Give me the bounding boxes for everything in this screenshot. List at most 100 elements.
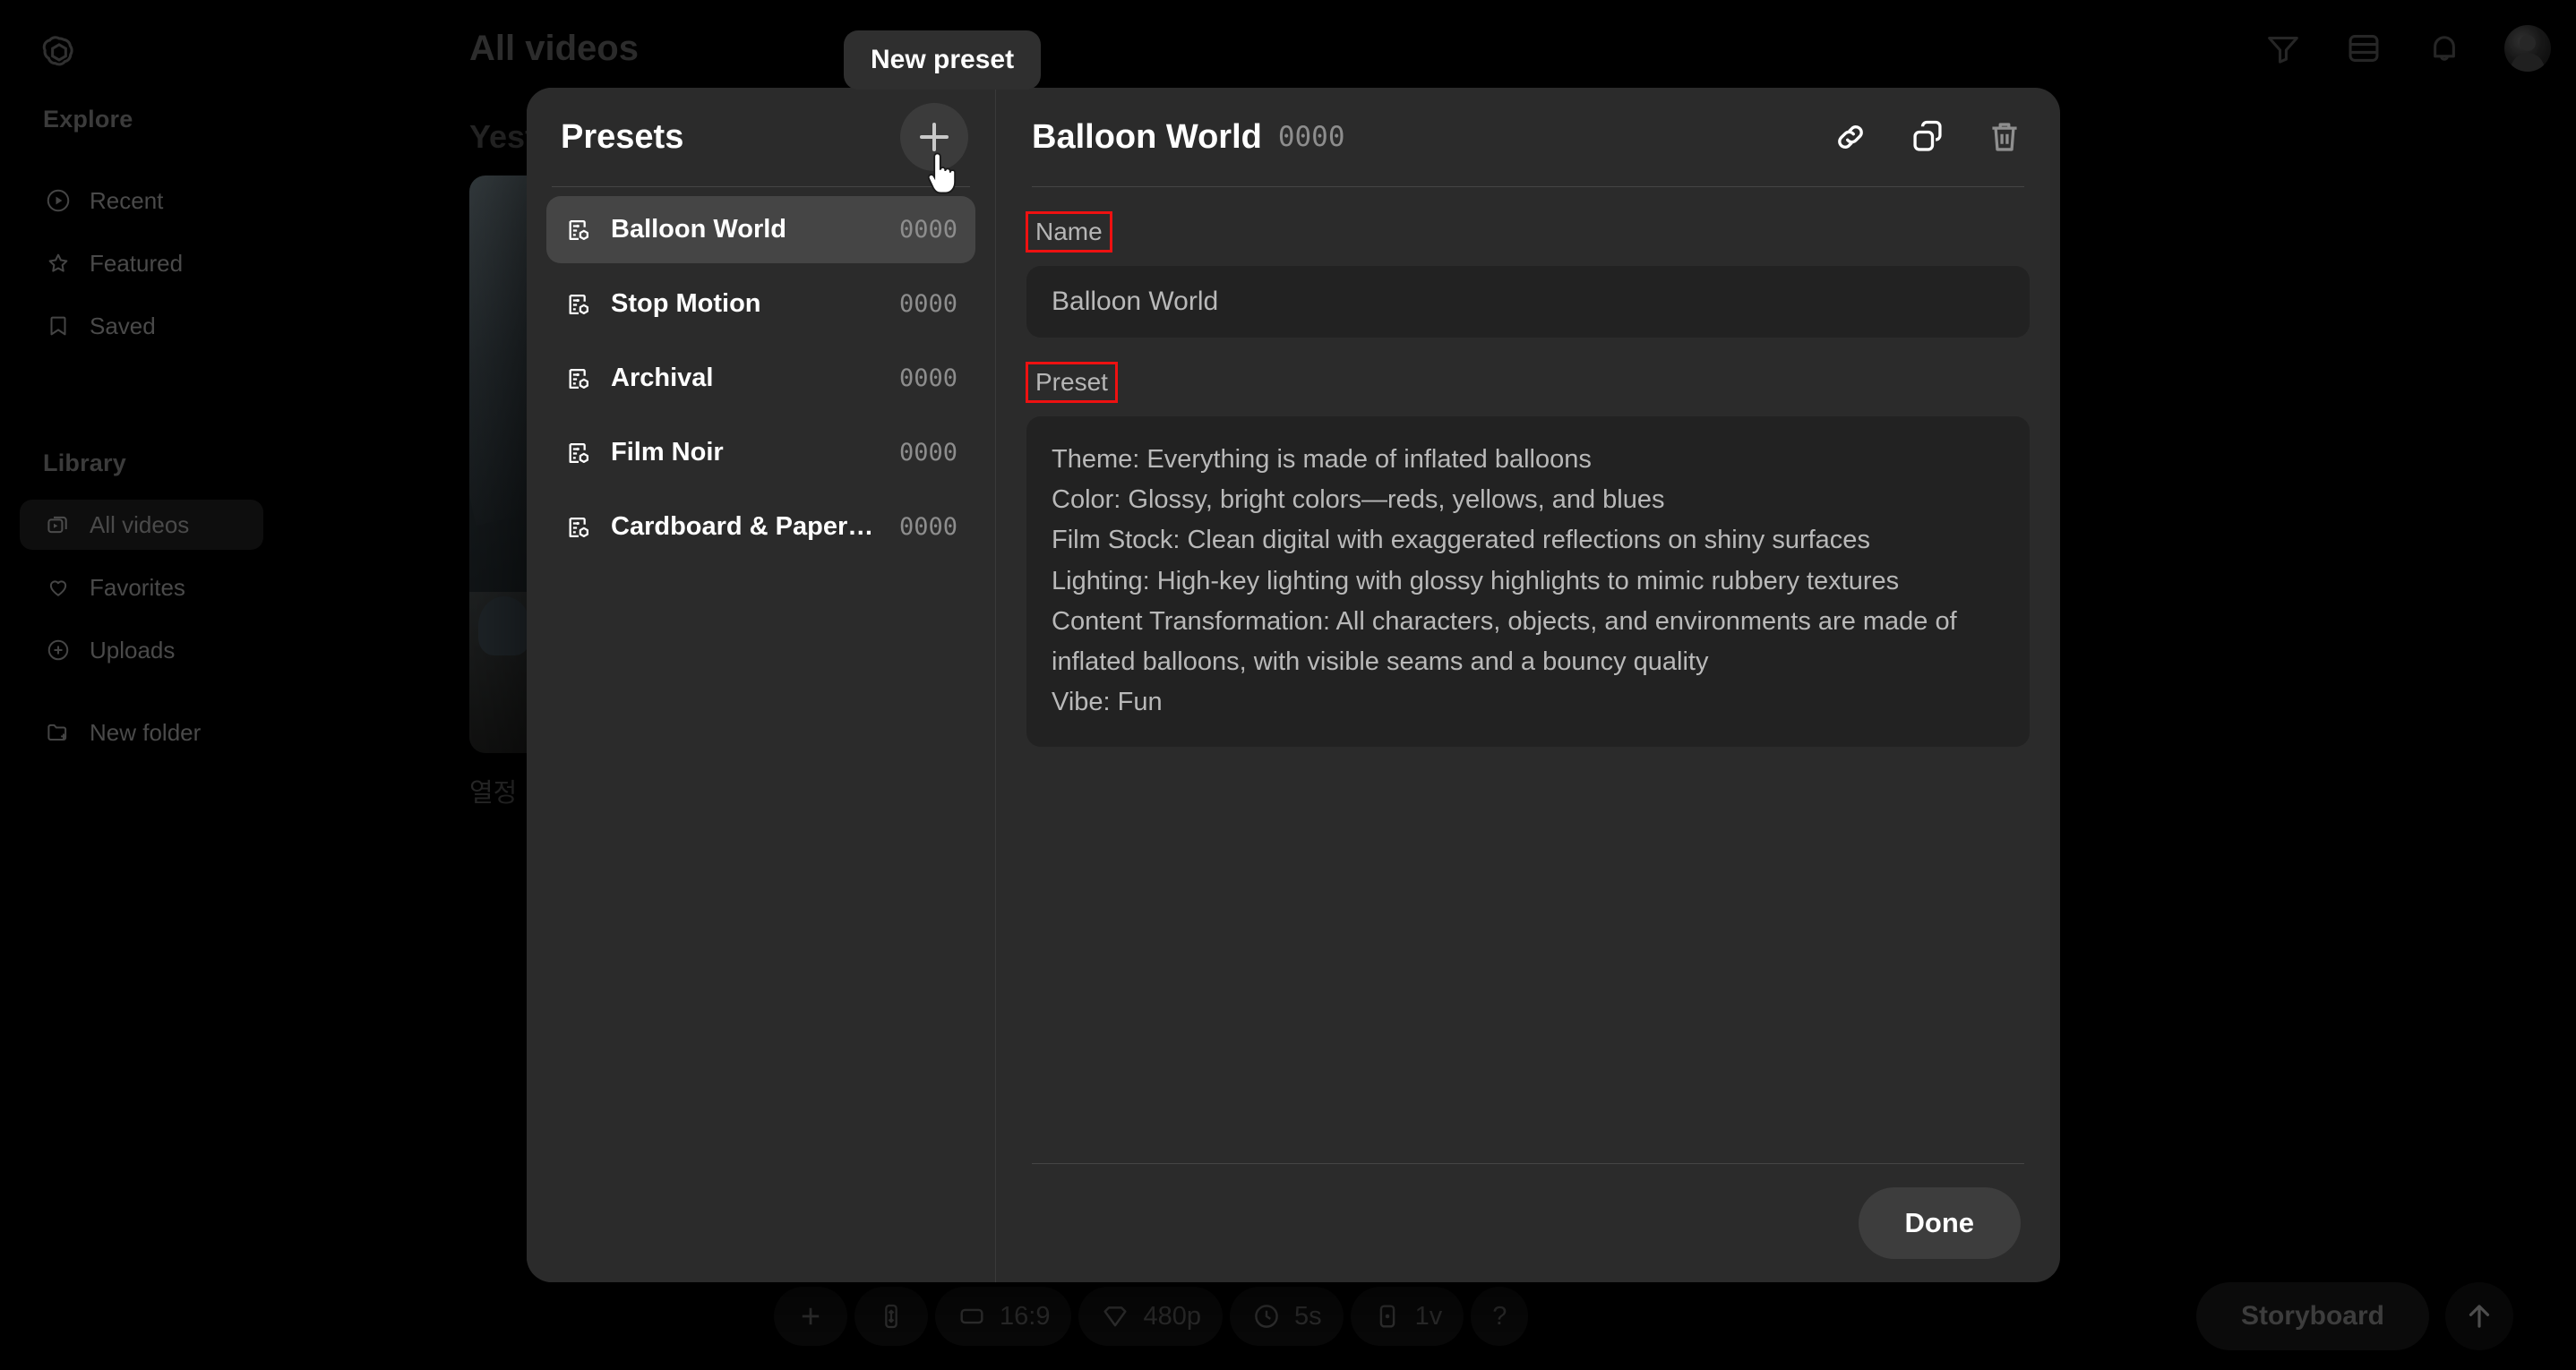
bottom-toolbar-right: Storyboard <box>2195 1282 2576 1350</box>
preset-name: Cardboard & Paperc... <box>611 512 881 541</box>
videos-stack-icon <box>45 511 72 538</box>
variations-label: 1v <box>1414 1301 1443 1331</box>
layout-list-icon[interactable] <box>2343 28 2384 69</box>
footer-actions: Done <box>1026 1164 2030 1282</box>
done-button-label: Done <box>1904 1207 1975 1238</box>
preset-list-item[interactable]: Film Noir 0000 <box>546 419 975 486</box>
arrow-up-icon <box>2469 1305 2490 1328</box>
mouse-cursor-pointer <box>923 150 962 201</box>
bookmark-icon <box>45 313 72 339</box>
avatar-head <box>2520 35 2536 51</box>
send-button[interactable] <box>2445 1282 2513 1350</box>
name-field-label: Name <box>1026 211 1112 253</box>
sidebar-item-label: Uploads <box>90 636 176 664</box>
preset-config-icon <box>564 439 593 467</box>
new-preset-tooltip: New preset <box>844 30 1042 90</box>
help-icon: ? <box>1492 1301 1507 1331</box>
preset-config-icon <box>564 290 593 319</box>
aspect-ratio-icon <box>957 1301 987 1331</box>
sidebar-item-label: Favorites <box>90 573 185 601</box>
bottom-toolbar-chips: 16:9 480p 5s 1v ? <box>469 1287 1529 1346</box>
aspect-ratio-chip[interactable]: 16:9 <box>935 1287 1072 1346</box>
preset-detail-title: Balloon World <box>1032 117 1262 156</box>
sidebar-item-featured[interactable]: Featured <box>20 238 253 288</box>
sidebar-section-library: Library <box>43 450 126 476</box>
avatar[interactable] <box>2504 25 2551 72</box>
name-input-value: Balloon World <box>1052 287 1219 316</box>
thumbnail-vase <box>478 596 530 655</box>
modal-footer: Done <box>1026 1163 2030 1282</box>
sidebar-item-label: Saved <box>90 312 156 339</box>
presets-panel-header: Presets <box>546 88 975 186</box>
plus-icon <box>795 1301 826 1331</box>
sidebar-item-all-videos[interactable]: All videos <box>20 500 263 550</box>
sidebar-item-label: Featured <box>90 249 184 277</box>
preset-list-item[interactable]: Cardboard & Paperc... 0000 <box>546 493 975 561</box>
preset-list-item[interactable]: Balloon World 0000 <box>546 196 975 263</box>
preset-count: 0000 <box>898 364 957 392</box>
preset-count: 0000 <box>898 513 957 541</box>
plus-circle-icon <box>45 637 72 664</box>
sidebar-section-explore: Explore <box>43 106 133 133</box>
duplicate-icon[interactable] <box>1908 117 1947 157</box>
name-input[interactable]: Balloon World <box>1026 266 2030 338</box>
done-button[interactable]: Done <box>1858 1187 2021 1259</box>
preset-config-icon <box>564 364 593 393</box>
bell-icon[interactable] <box>2424 28 2465 69</box>
preset-detail-count: 0000 <box>1277 121 1345 153</box>
remix-chip[interactable] <box>854 1287 928 1346</box>
duration-chip[interactable]: 5s <box>1229 1287 1344 1346</box>
remix-icon <box>876 1301 906 1331</box>
sidebar-item-saved[interactable]: Saved <box>20 301 253 351</box>
variations-icon <box>1372 1301 1403 1331</box>
link-icon[interactable] <box>1831 117 1870 157</box>
preset-detail-header: Balloon World 0000 <box>1026 88 2030 186</box>
topbar-actions <box>2263 14 2551 82</box>
divider <box>552 186 970 187</box>
sidebar-item-label: New folder <box>90 718 202 746</box>
presets-panel: Presets Balloon World 0000 Stop Motion 0… <box>527 88 996 1282</box>
preset-detail-panel: Balloon World 0000 Name Balloon World Pr… <box>996 88 2060 1282</box>
play-circle-icon <box>45 187 72 214</box>
preset-config-icon <box>564 513 593 542</box>
preset-count: 0000 <box>898 290 957 318</box>
page-title: All videos <box>469 29 639 68</box>
preset-textarea[interactable]: Theme: Everything is made of inflated ba… <box>1026 416 2030 747</box>
sidebar-item-recent[interactable]: Recent <box>20 176 253 226</box>
preset-name: Film Noir <box>611 438 724 467</box>
add-chip[interactable] <box>774 1287 847 1346</box>
clock-icon <box>1251 1301 1282 1331</box>
sidebar: Explore Recent Featured Saved Library Al <box>0 0 466 1370</box>
preset-field-label: Preset <box>1026 362 1118 403</box>
preset-name: Balloon World <box>611 215 787 244</box>
folder-plus-icon <box>45 719 72 746</box>
presets-title: Presets <box>561 117 684 156</box>
sidebar-item-label: Recent <box>90 186 164 214</box>
preset-list-item[interactable]: Archival 0000 <box>546 345 975 412</box>
preset-name: Stop Motion <box>611 289 761 318</box>
aspect-ratio-label: 16:9 <box>1000 1301 1051 1331</box>
variations-chip[interactable]: 1v <box>1350 1287 1464 1346</box>
storyboard-button[interactable]: Storyboard <box>2195 1282 2429 1350</box>
preset-name: Archival <box>611 364 714 392</box>
preset-count: 0000 <box>898 216 957 244</box>
storyboard-label: Storyboard <box>2240 1301 2384 1331</box>
filter-icon[interactable] <box>2263 28 2304 69</box>
duration-label: 5s <box>1293 1301 1322 1331</box>
video-caption: 열정 <box>469 779 518 808</box>
star-icon <box>45 250 72 277</box>
avatar-body <box>2511 53 2545 72</box>
resolution-label: 480p <box>1143 1301 1201 1331</box>
trash-icon[interactable] <box>1985 117 2024 157</box>
sidebar-item-label: All videos <box>90 510 190 538</box>
sidebar-item-uploads[interactable]: Uploads <box>20 625 253 675</box>
resolution-chip[interactable]: 480p <box>1078 1287 1223 1346</box>
preset-count: 0000 <box>898 439 957 467</box>
openai-logo-icon[interactable] <box>36 32 82 79</box>
plus-icon-vertical <box>932 123 936 151</box>
help-chip[interactable]: ? <box>1471 1287 1529 1346</box>
preset-list-item[interactable]: Stop Motion 0000 <box>546 270 975 338</box>
sidebar-item-new-folder[interactable]: New folder <box>20 707 253 758</box>
sidebar-item-favorites[interactable]: Favorites <box>20 562 253 612</box>
preset-detail-actions <box>1831 117 2024 157</box>
